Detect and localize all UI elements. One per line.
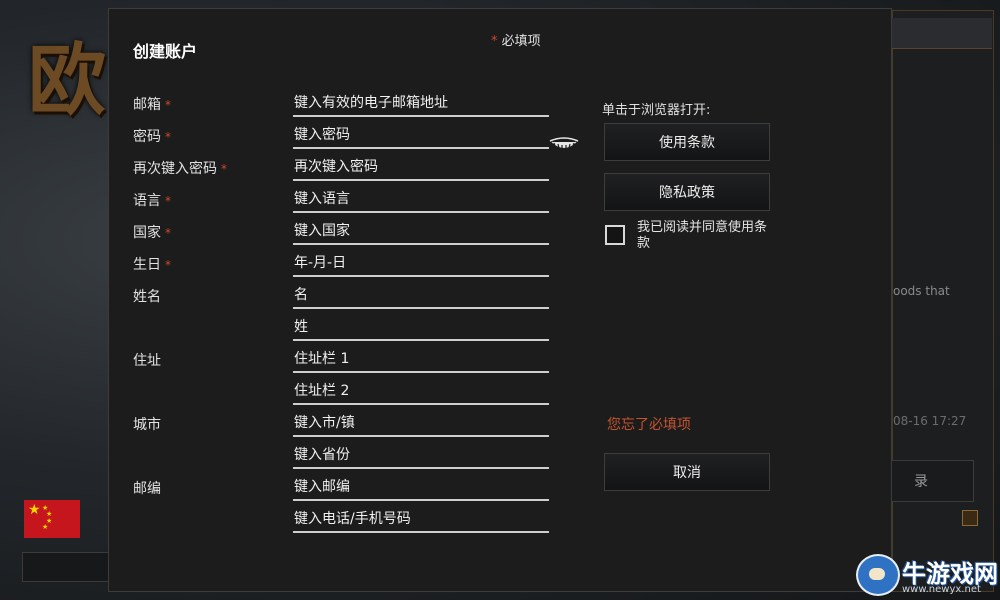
email-field[interactable]: 键入有效的电子邮箱地址: [293, 93, 549, 117]
flag-big-star: ★: [28, 502, 41, 518]
language-field[interactable]: 键入语言: [293, 189, 549, 213]
dialog-title: 创建账户: [133, 42, 198, 61]
last-name-field[interactable]: 姓: [293, 317, 549, 341]
country-label-text: 国家: [133, 225, 161, 241]
postcode-label: 邮编: [133, 481, 161, 497]
birthday-label: 生日 *: [133, 254, 171, 274]
phone-field[interactable]: 键入电话/手机号码: [293, 509, 549, 533]
postcode-field[interactable]: 键入邮编: [293, 477, 549, 501]
required-note: * 必填项: [491, 30, 541, 49]
privacy-policy-label: 隐私政策: [659, 185, 715, 201]
first-name-field[interactable]: 名: [293, 285, 549, 309]
agree-terms-label[interactable]: 我已阅读并同意使用条款: [637, 220, 777, 252]
show-password-eye-icon[interactable]: [549, 137, 579, 151]
address-line2-field[interactable]: 住址栏 2: [293, 381, 549, 405]
background-panel-header: [892, 18, 992, 49]
language-label-text: 语言: [133, 193, 161, 209]
required-star: *: [221, 162, 227, 176]
terms-of-use-button[interactable]: 使用条款: [604, 123, 770, 161]
required-star: *: [165, 258, 171, 272]
background-news-date: 08-16 17:27: [893, 414, 967, 428]
missing-required-error: 您忘了必填项: [607, 417, 691, 433]
name-label: 姓名: [133, 289, 161, 305]
address-line1-field[interactable]: 住址栏 1: [293, 349, 549, 373]
password-label-text: 密码: [133, 129, 161, 145]
background-news-snippet: oods that: [893, 284, 950, 298]
email-label-text: 邮箱: [133, 97, 161, 113]
password-label: 密码 *: [133, 126, 171, 146]
confirm-password-label-text: 再次键入密码: [133, 161, 217, 177]
city-field[interactable]: 键入市/镇: [293, 413, 549, 437]
email-label: 邮箱 *: [133, 94, 171, 114]
birthday-field[interactable]: 年-月-日: [293, 253, 549, 277]
country-label: 国家 *: [133, 222, 171, 242]
cow-logo-icon: [856, 554, 900, 596]
province-field[interactable]: 键入省份: [293, 445, 549, 469]
language-label: 语言 *: [133, 190, 171, 210]
required-star: *: [165, 98, 171, 112]
agree-terms-checkbox[interactable]: [605, 225, 625, 245]
required-star: *: [165, 194, 171, 208]
background-side-panel: [892, 10, 994, 592]
browser-open-hint: 单击于浏览器打开:: [602, 103, 711, 118]
address-label: 住址: [133, 353, 161, 369]
site-watermark: 牛游戏网 www.newyx.net: [856, 552, 1000, 600]
china-flag-icon: ★ ★ ★ ★ ★: [24, 500, 80, 538]
birthday-label-text: 生日: [133, 257, 161, 273]
background-bottom-bar: [22, 552, 110, 582]
cancel-button[interactable]: 取消: [604, 453, 770, 491]
create-account-dialog: 创建账户 * 必填项 邮箱 * 密码 * 再次键入密码 * 语言 * 国家 * 生日 * 姓…: [108, 8, 892, 592]
background-login-label: 录: [914, 474, 928, 490]
confirm-password-label: 再次键入密码 *: [133, 158, 227, 178]
privacy-policy-button[interactable]: 隐私政策: [604, 173, 770, 211]
watermark-url: www.newyx.net: [902, 584, 981, 595]
flag-small-star: ★: [42, 523, 49, 531]
password-field[interactable]: 键入密码: [293, 125, 549, 149]
required-star: *: [165, 226, 171, 240]
city-label: 城市: [133, 417, 161, 433]
cancel-label: 取消: [673, 465, 701, 481]
terms-of-use-label: 使用条款: [659, 135, 715, 151]
required-note-text: 必填项: [501, 34, 541, 49]
required-star: *: [165, 130, 171, 144]
confirm-password-field[interactable]: 再次键入密码: [293, 157, 549, 181]
required-star: *: [491, 34, 498, 49]
background-corner-ornament: [962, 510, 978, 526]
country-field[interactable]: 键入国家: [293, 221, 549, 245]
game-logo-text: 欧: [28, 35, 109, 126]
